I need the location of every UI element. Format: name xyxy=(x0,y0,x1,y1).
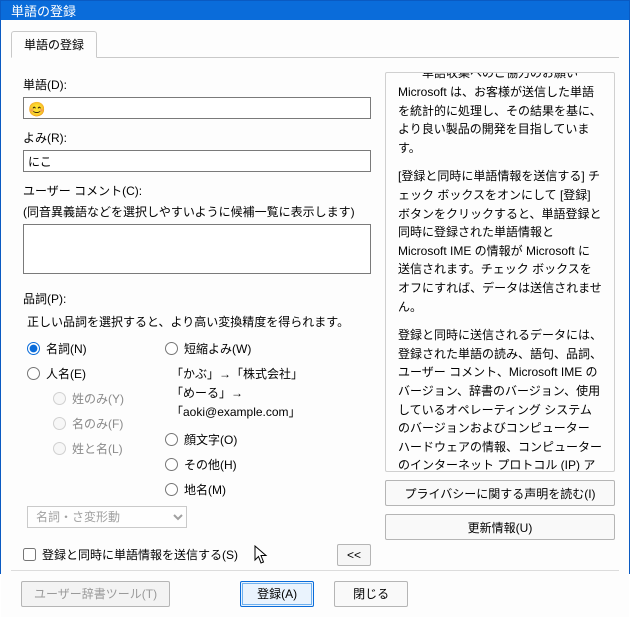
radio-seimei-input xyxy=(53,442,66,455)
right-column: 単語収集へのご協力のお願い Microsoft は、お客様が送信した単語を統計的… xyxy=(385,72,619,570)
hinshi-hint: 正しい品詞を選択すると、より高い変換精度を得られます。 xyxy=(27,313,371,330)
tabstrip: 単語の登録 xyxy=(11,30,619,57)
word-label: 単語(D): xyxy=(23,76,371,93)
window-title: 単語の登録 xyxy=(11,1,76,20)
info-groupbox: 単語収集へのご協力のお願い Microsoft は、お客様が送信した単語を統計的… xyxy=(385,72,615,472)
tab-register[interactable]: 単語の登録 xyxy=(11,31,97,58)
radio-sei-input xyxy=(53,392,66,405)
bottom-bar: ユーザー辞書ツール(T) 登録(A) 閉じる xyxy=(11,570,619,617)
send-checkbox[interactable]: 登録と同時に単語情報を送信する(S) xyxy=(23,546,238,563)
dict-tool-button[interactable]: ユーザー辞書ツール(T) xyxy=(21,581,170,607)
update-button[interactable]: 更新情報(U) xyxy=(385,514,615,540)
radio-sonota[interactable]: その他(H) xyxy=(165,456,365,473)
radio-jinmei-input[interactable] xyxy=(27,367,40,380)
close-button[interactable]: 閉じる xyxy=(334,581,408,607)
comment-input[interactable] xyxy=(23,224,371,274)
send-checkbox-input[interactable] xyxy=(23,548,36,561)
window: 単語の登録 単語の登録 単語(D): 😊 よみ(R): ユーザー コメント(C)… xyxy=(0,0,630,574)
hinshi-block: 品詞(P): 正しい品詞を選択すると、より高い変換精度を得られます。 名詞(N)… xyxy=(23,286,371,528)
send-row: 登録と同時に単語情報を送信する(S) << xyxy=(23,544,371,566)
word-input[interactable]: 😊 xyxy=(23,97,371,119)
radio-meishi-input[interactable] xyxy=(27,342,40,355)
radio-sei[interactable]: 姓のみ(Y) xyxy=(53,390,157,407)
radio-mei[interactable]: 名のみ(F) xyxy=(53,415,157,432)
radio-tanshuku-input[interactable] xyxy=(165,342,178,355)
sonota-select[interactable]: 名詞・さ変形動 xyxy=(27,506,187,528)
radio-kaomoji-input[interactable] xyxy=(165,433,178,446)
radio-kaomoji[interactable]: 顔文字(O) xyxy=(165,431,365,448)
radio-meishi[interactable]: 名詞(N) xyxy=(27,340,157,357)
radio-seimei[interactable]: 姓と名(L) xyxy=(53,440,157,457)
radio-tanshuku[interactable]: 短縮よみ(W) xyxy=(165,340,365,357)
client-area: 単語の登録 単語(D): 😊 よみ(R): ユーザー コメント(C): (同音異… xyxy=(1,20,629,617)
radio-chimei[interactable]: 地名(M) xyxy=(165,481,365,498)
yomi-label: よみ(R): xyxy=(23,129,371,146)
jinmei-subradios: 姓のみ(Y) 名のみ(F) 姓と名(L) xyxy=(53,390,157,473)
tanshuku-examples: 「かぶ」→「株式会社」 「めーる」→「aoki@example.com」 xyxy=(165,365,365,423)
register-button[interactable]: 登録(A) xyxy=(240,581,314,607)
collapse-button[interactable]: << xyxy=(337,544,371,566)
hinshi-label: 品詞(P): xyxy=(23,290,371,307)
info-p1: Microsoft は、お客様が送信した単語を統計的に処理し、その結果を基に、よ… xyxy=(398,83,602,157)
info-p2: [登録と同時に単語情報を送信する] チェック ボックスをオンにして [登録] ボ… xyxy=(398,167,602,316)
radio-mei-input xyxy=(53,417,66,430)
left-column: 単語(D): 😊 よみ(R): ユーザー コメント(C): (同音異義語などを選… xyxy=(11,72,371,570)
comment-hint: (同音異義語などを選択しやすいように候補一覧に表示します) xyxy=(23,203,371,220)
yomi-input[interactable] xyxy=(23,150,371,172)
radio-jinmei[interactable]: 人名(E) xyxy=(27,365,157,382)
radio-sonota-input[interactable] xyxy=(165,458,178,471)
titlebar: 単語の登録 xyxy=(1,1,629,20)
info-p3: 登録と同時に送信されるデータには、登録された単語の読み、語句、品詞、ユーザー コ… xyxy=(398,326,602,472)
tabpanel: 単語(D): 😊 よみ(R): ユーザー コメント(C): (同音異義語などを選… xyxy=(11,57,619,570)
info-title: 単語収集へのご協力のお願い xyxy=(416,72,584,83)
comment-label: ユーザー コメント(C): xyxy=(23,182,371,199)
radio-chimei-input[interactable] xyxy=(165,483,178,496)
privacy-button[interactable]: プライバシーに関する声明を読む(I) xyxy=(385,480,615,506)
hinshi-radio-grid: 名詞(N) 短縮よみ(W) 人名(E) 「かぶ」 xyxy=(27,340,371,528)
